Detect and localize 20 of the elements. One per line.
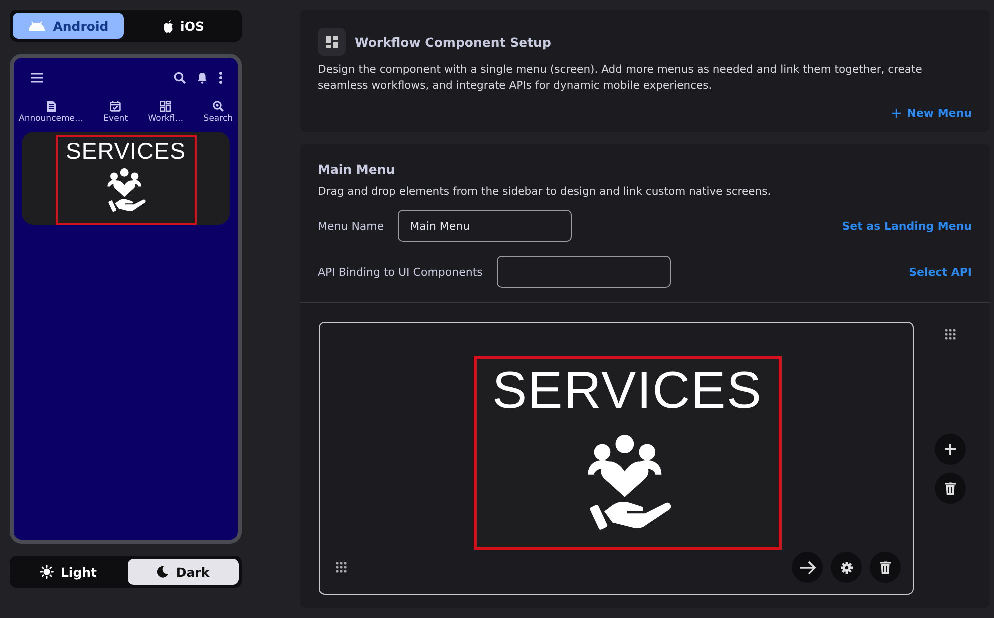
theme-option[interactable]: Light — [13, 559, 124, 585]
theme-option[interactable]: Dark — [128, 559, 239, 585]
banner-title: SERVICES — [492, 363, 763, 420]
action-link[interactable]: Select API — [909, 266, 972, 278]
platform-option[interactable]: Android — [13, 13, 124, 39]
field-label: API Binding to UI Components — [318, 266, 483, 278]
banner-title: SERVICES — [66, 139, 186, 164]
nav-tab[interactable]: Announceme… — [19, 101, 84, 124]
card-description: Design the component with a single menu (screen). Add more menus as needed and link them together, create seamless workflows, and integrate APIs for dynamic mobile experiences. — [318, 62, 924, 94]
platform-option[interactable]: iOS — [128, 13, 239, 39]
field-label: Menu Name — [318, 220, 384, 232]
card-description: Drag and drop elements from the sidebar to design and link custom native screens. — [318, 184, 772, 200]
card-title: Main Menu — [318, 162, 396, 177]
new-menu-link[interactable]: New Menu — [892, 107, 972, 120]
card-title: Workflow Component Setup — [355, 34, 552, 50]
nav-tab[interactable]: Event — [104, 101, 128, 124]
nav-tab[interactable]: Search — [204, 101, 233, 124]
text-field[interactable]: Main Menu — [398, 210, 572, 242]
nav-tab[interactable]: Workfl… — [148, 101, 184, 124]
action-link[interactable]: Set as Landing Menu — [842, 220, 972, 232]
